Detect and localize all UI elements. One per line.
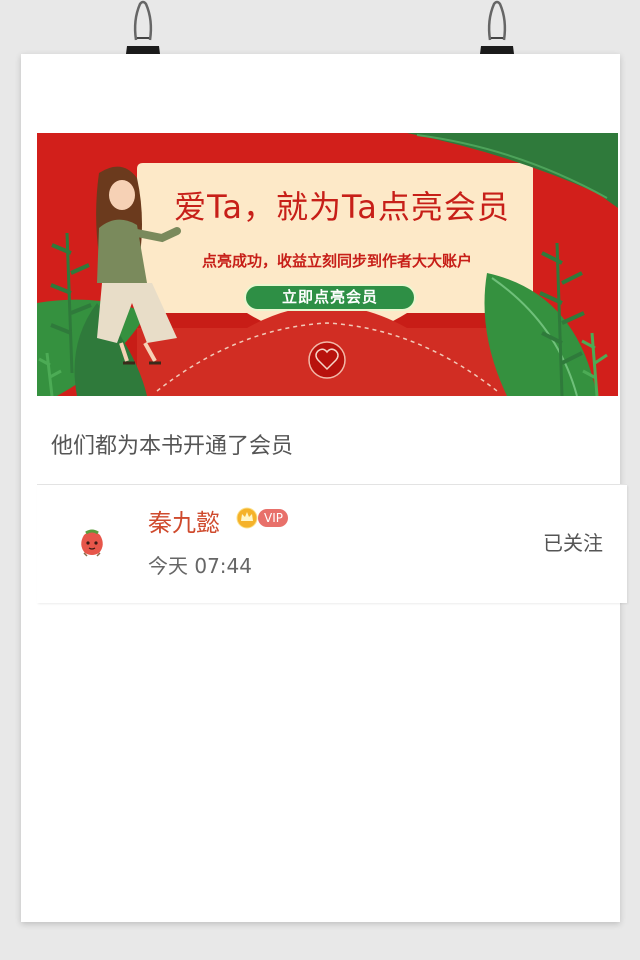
light-up-membership-button[interactable]: 立即点亮会员 xyxy=(244,284,416,311)
list-item[interactable]: 秦九懿 VIP 今天 07:44 已关注 xyxy=(37,485,627,603)
banner-title: 爱Ta，就为Ta点亮会员 xyxy=(174,188,510,226)
avatar[interactable] xyxy=(75,525,109,559)
membership-banner[interactable]: 爱Ta，就为Ta点亮会员 点亮成功，收益立刻同步到作者大大账户 立即点亮会员 xyxy=(37,133,618,396)
banner-subtitle: 点亮成功，收益立刻同步到作者大大账户 xyxy=(201,252,472,270)
vip-badge: VIP xyxy=(236,507,290,529)
section-title: 他们都为本书开通了会员 xyxy=(51,434,294,459)
vip-badge-label: VIP xyxy=(258,509,288,527)
member-time: 今天 07:44 xyxy=(148,554,252,578)
member-name[interactable]: 秦九懿 xyxy=(148,507,220,539)
crown-icon xyxy=(236,507,258,529)
follow-status-button[interactable]: 已关注 xyxy=(543,529,603,557)
